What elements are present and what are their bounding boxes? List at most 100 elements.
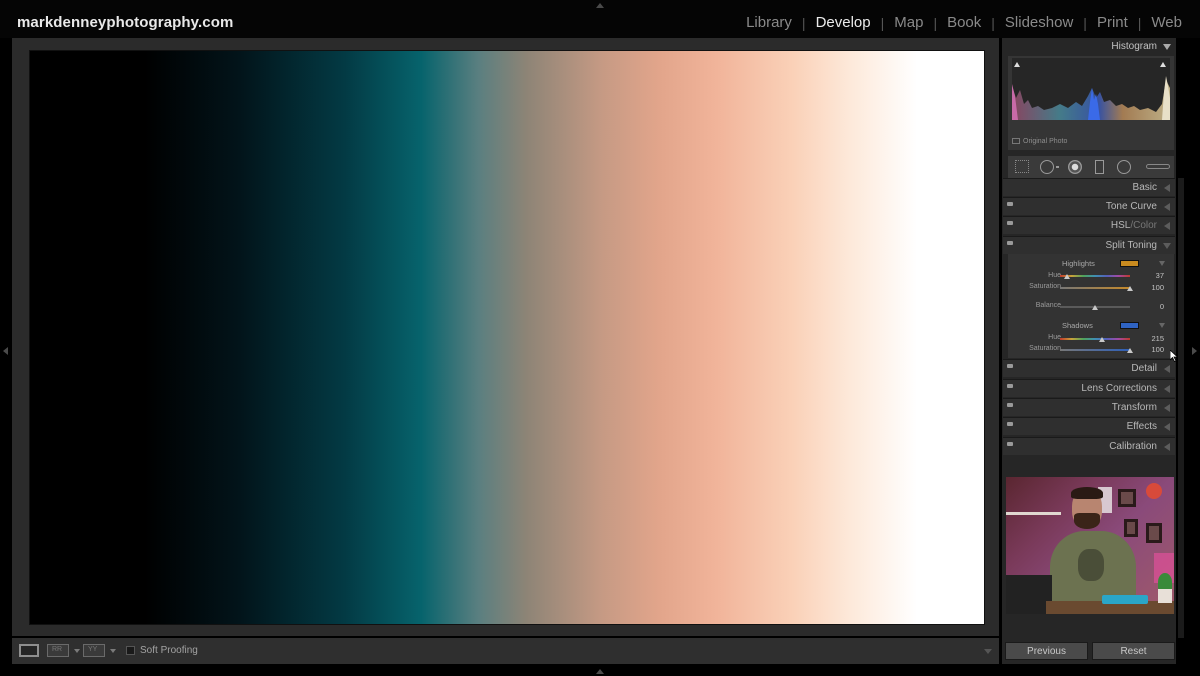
collapse-triangle-icon[interactable] [1163, 243, 1171, 249]
panel-title-effects: Effects [1126, 421, 1157, 432]
panel-switch-icon[interactable] [1007, 364, 1013, 368]
panel-header-basic[interactable]: Basic [1003, 178, 1175, 196]
panel-switch-icon[interactable] [1007, 221, 1013, 225]
highlights-saturation-value[interactable]: 100 [1138, 283, 1164, 292]
panel-header-transform[interactable]: Transform [1003, 398, 1175, 416]
shadows-hue-thumb[interactable] [1098, 337, 1105, 342]
panel-switch-icon[interactable] [1007, 442, 1013, 446]
yy-menu-icon[interactable] [110, 649, 116, 653]
right-panel-toggle-icon[interactable] [1192, 347, 1197, 355]
module-library[interactable]: Library [736, 14, 802, 31]
spot-removal-icon[interactable] [1040, 160, 1054, 174]
shadows-saturation-label: Saturation [1029, 345, 1061, 352]
filmstrip-toggle-icon[interactable] [596, 669, 604, 674]
shadows-saturation-value[interactable]: 100 [1138, 345, 1164, 354]
previous-button[interactable]: Previous [1005, 642, 1088, 660]
expand-triangle-icon[interactable] [1164, 423, 1170, 431]
panel-title-hsl: HSL/Color [1111, 220, 1157, 231]
bottom-toolbar: RR YY Soft Proofing [12, 638, 999, 664]
loupe-view-icon[interactable] [19, 644, 39, 657]
panel-header-effects[interactable]: Effects [1003, 417, 1175, 435]
photo-preview[interactable] [29, 50, 985, 625]
panel-switch-icon[interactable] [1007, 202, 1013, 206]
panel-switch-icon[interactable] [1007, 241, 1013, 245]
expand-triangle-icon[interactable] [1164, 443, 1170, 451]
reset-button[interactable]: Reset [1092, 642, 1175, 660]
red-eye-icon[interactable] [1068, 160, 1082, 174]
left-panel-toggle-icon[interactable] [3, 347, 8, 355]
before-after-label: RR [52, 646, 63, 653]
adjustment-brush-icon[interactable] [1146, 164, 1170, 169]
shadows-hue-value[interactable]: 215 [1138, 334, 1164, 343]
original-photo-toggle[interactable]: Original Photo [1012, 138, 1067, 145]
expand-triangle-icon[interactable] [1164, 203, 1170, 211]
module-slideshow[interactable]: Slideshow [995, 14, 1083, 31]
panel-scrollbar[interactable] [1178, 178, 1184, 638]
panel-title-tone-curve: Tone Curve [1105, 201, 1157, 212]
cam-shirt-print [1078, 549, 1104, 581]
expand-triangle-icon[interactable] [1164, 365, 1170, 373]
panel-title-basic: Basic [1132, 182, 1157, 193]
balance-label: Balance [1035, 302, 1061, 309]
panel-header-detail[interactable]: Detail [1003, 359, 1175, 377]
color-label[interactable]: Color [1133, 220, 1157, 231]
original-photo-label: Original Photo [1023, 138, 1068, 145]
highlights-menu-icon[interactable] [1159, 261, 1165, 266]
shadows-menu-icon[interactable] [1159, 323, 1165, 328]
soft-proofing-label: Soft Proofing [140, 645, 198, 656]
image-canvas [12, 38, 999, 636]
highlights-swatch[interactable] [1120, 260, 1139, 267]
tool-strip [1008, 156, 1174, 178]
soft-proofing-checkbox[interactable] [126, 646, 135, 655]
module-map[interactable]: Map [884, 14, 933, 31]
panel-switch-icon[interactable] [1007, 384, 1013, 388]
shadow-clipping-icon[interactable] [1013, 60, 1022, 69]
histogram-header[interactable]: Histogram [1003, 38, 1175, 56]
yy-swap-icon[interactable]: YY [83, 644, 105, 657]
module-book[interactable]: Book [937, 14, 991, 31]
highlights-hue-label: Hue [1048, 272, 1061, 279]
crop-icon[interactable] [1015, 160, 1029, 173]
panel-header-calibration[interactable]: Calibration [1003, 437, 1175, 455]
panel-switch-icon[interactable] [1007, 422, 1013, 426]
before-after-icon[interactable]: RR [47, 644, 69, 657]
highlights-saturation-thumb[interactable] [1127, 286, 1133, 291]
expand-triangle-icon[interactable] [1164, 385, 1170, 393]
shadows-swatch[interactable] [1120, 322, 1139, 329]
expand-triangle-icon[interactable] [1164, 184, 1170, 192]
collapse-triangle-icon[interactable] [1163, 44, 1171, 50]
highlights-saturation-slider[interactable] [1060, 287, 1130, 289]
highlights-hue-slider[interactable] [1060, 275, 1130, 277]
panel-header-lens-corrections[interactable]: Lens Corrections [1003, 379, 1175, 397]
highlight-clipping-icon[interactable] [1159, 60, 1168, 69]
balance-value[interactable]: 0 [1138, 302, 1164, 311]
highlights-hue-thumb[interactable] [1064, 274, 1071, 279]
top-panel-toggle-icon[interactable] [596, 3, 604, 8]
expand-triangle-icon[interactable] [1164, 222, 1170, 230]
panel-header-tone-curve[interactable]: Tone Curve [1003, 197, 1175, 215]
cam-keyboard [1102, 595, 1148, 604]
panel-switch-icon[interactable] [1007, 403, 1013, 407]
panel-header-hsl[interactable]: HSL/Color [1003, 216, 1175, 234]
shadows-saturation-thumb[interactable] [1127, 348, 1133, 353]
shadows-hue-slider[interactable] [1060, 338, 1130, 340]
cam-picture-frame [1146, 523, 1162, 543]
radial-filter-icon[interactable] [1117, 160, 1131, 174]
identity-plate: markdenneyphotography.com [17, 14, 234, 31]
histogram-graph[interactable] [1012, 58, 1170, 120]
toolbar-dropdown-icon[interactable] [984, 649, 992, 654]
shadows-saturation-slider[interactable] [1060, 349, 1130, 351]
module-develop[interactable]: Develop [806, 14, 881, 31]
balance-thumb[interactable] [1092, 305, 1098, 310]
expand-triangle-icon[interactable] [1164, 404, 1170, 412]
cam-person-hair [1071, 487, 1103, 499]
highlights-label: Highlights [1062, 259, 1095, 268]
graduated-filter-icon[interactable] [1095, 160, 1104, 174]
panel-header-split-toning[interactable]: Split Toning [1003, 236, 1175, 254]
module-web[interactable]: Web [1141, 14, 1192, 31]
histogram: Original Photo [1008, 56, 1174, 150]
highlights-hue-value[interactable]: 37 [1138, 271, 1164, 280]
before-after-menu-icon[interactable] [74, 649, 80, 653]
module-print[interactable]: Print [1087, 14, 1138, 31]
hsl-label[interactable]: HSL [1111, 220, 1130, 231]
